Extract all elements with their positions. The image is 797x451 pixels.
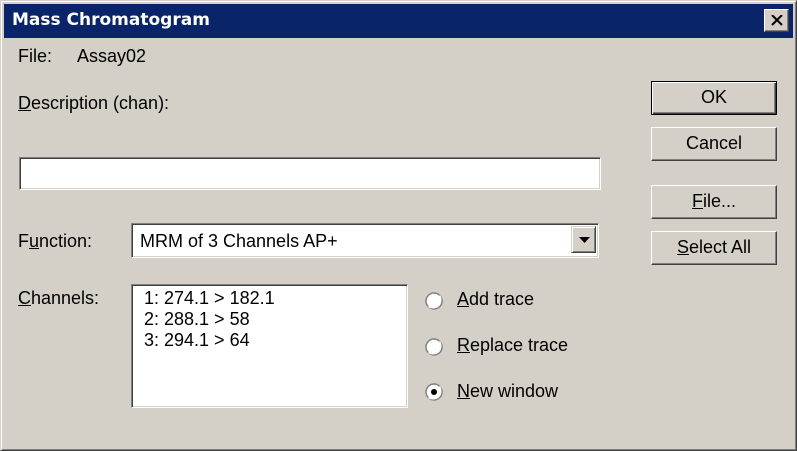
function-dropdown-button[interactable] — [571, 226, 596, 253]
function-label: Function: — [18, 231, 93, 251]
description-label: Description (chan): — [18, 93, 170, 113]
function-select[interactable]: MRM of 3 Channels AP+ — [131, 223, 599, 258]
chevron-down-icon — [579, 237, 590, 243]
add-trace-label[interactable]: Add trace — [457, 289, 534, 310]
channels-list[interactable]: 1: 274.1 > 182.1 2: 288.1 > 58 3: 294.1 … — [131, 284, 408, 408]
radio-checked-icon — [425, 383, 443, 401]
select-all-button[interactable]: Select All — [651, 231, 777, 265]
radio-unchecked-icon — [425, 338, 443, 356]
dialog-title: Mass Chromatogram — [12, 10, 210, 30]
new-window-label[interactable]: New window — [457, 381, 558, 402]
file-label: File: — [18, 46, 53, 66]
function-selected-value: MRM of 3 Channels AP+ — [140, 231, 338, 251]
radio-unchecked-icon — [425, 292, 443, 310]
mass-chromatogram-dialog: Mass Chromatogram File: Assay02 Descript… — [0, 0, 797, 451]
replace-trace-radio[interactable] — [425, 338, 443, 356]
list-item[interactable]: 1: 274.1 > 182.1 — [144, 288, 407, 309]
cancel-button[interactable]: Cancel — [651, 127, 777, 161]
description-input[interactable] — [19, 157, 601, 190]
file-browse-button[interactable]: File... — [651, 185, 777, 219]
ok-button[interactable]: OK — [651, 81, 777, 115]
new-window-radio[interactable] — [425, 383, 443, 401]
channels-label: Channels: — [18, 288, 100, 308]
close-button[interactable] — [764, 9, 789, 32]
title-bar[interactable]: Mass Chromatogram — [4, 4, 793, 38]
list-item[interactable]: 3: 294.1 > 64 — [144, 330, 407, 351]
add-trace-radio[interactable] — [425, 292, 443, 310]
close-icon — [771, 15, 783, 26]
replace-trace-label[interactable]: Replace trace — [457, 335, 568, 356]
file-name-value: Assay02 — [77, 46, 147, 66]
list-item[interactable]: 2: 288.1 > 58 — [144, 309, 407, 330]
